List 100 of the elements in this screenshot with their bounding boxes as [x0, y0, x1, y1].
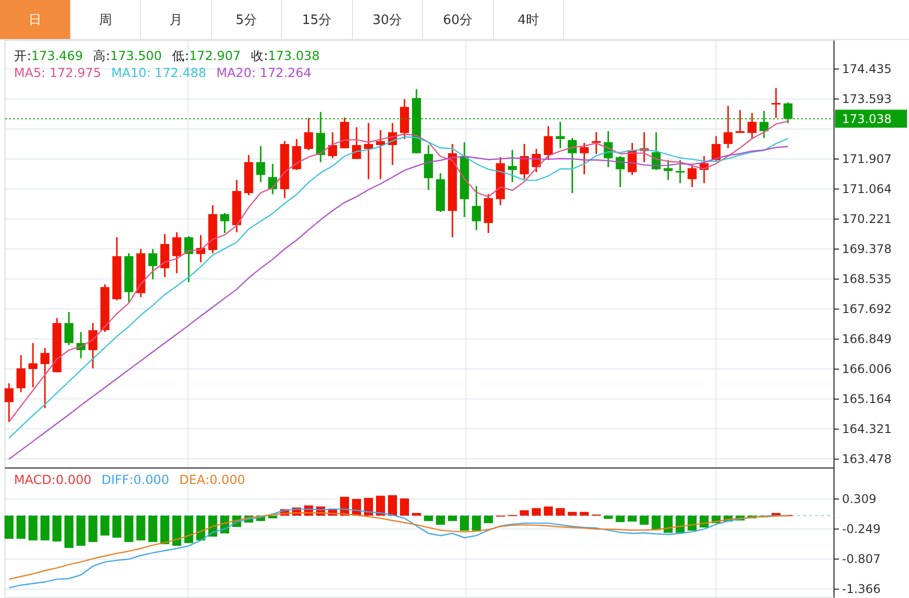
- macd-bar: [568, 512, 577, 516]
- candlestick: [760, 110, 769, 138]
- macd-bar: [148, 516, 158, 542]
- macd-bar: [136, 516, 146, 540]
- legend-label: 收: [250, 48, 264, 65]
- macd-bar: [616, 516, 625, 522]
- axis-label: 168.535: [842, 272, 892, 286]
- macd-bar: [580, 512, 589, 516]
- candlestick: [544, 126, 553, 160]
- candlestick: [556, 122, 565, 148]
- macd-bar: [100, 516, 110, 536]
- macd-bar: [52, 516, 62, 542]
- macd-bar: [4, 516, 14, 539]
- candlestick: [388, 122, 397, 165]
- candlestick: [736, 110, 745, 133]
- current-price-badge: 173.038: [835, 110, 907, 128]
- candlestick: [412, 89, 421, 154]
- macd-bar: [532, 508, 541, 516]
- legend-label: DEA: [179, 472, 206, 487]
- axis-label: 163.478: [842, 452, 892, 466]
- legend-separator: :: [27, 48, 32, 65]
- legend-value: :0.000: [205, 472, 246, 487]
- legend-label: MA5: [14, 65, 42, 80]
- macd-bar: [40, 516, 50, 540]
- candlestick: [76, 332, 86, 358]
- legend-value: : 172.975: [41, 65, 102, 80]
- candlestick: [220, 213, 230, 233]
- candlestick: [112, 237, 122, 300]
- candlestick: [748, 113, 757, 138]
- axis-label: 169.378: [842, 242, 892, 256]
- macd-bar: [412, 512, 421, 516]
- candlestick: [4, 383, 14, 422]
- macd-bar: [664, 516, 673, 533]
- candlestick: [340, 118, 350, 148]
- macd-bar: [76, 516, 86, 546]
- legend-value: 173.038: [268, 48, 320, 65]
- macd-bar: [196, 516, 206, 540]
- macd-bar: [652, 516, 661, 530]
- legend-label: MACD: [14, 472, 52, 487]
- macd-bar: [604, 516, 613, 519]
- candlestick: [784, 102, 792, 124]
- candlestick: [580, 142, 589, 174]
- candlestick: [364, 122, 374, 180]
- axis-label: 173.593: [842, 92, 892, 106]
- candlestick: [496, 157, 505, 206]
- macd-bar: [676, 516, 685, 533]
- macd-bar: [88, 516, 98, 542]
- macd-bar: [364, 498, 374, 516]
- candlestick: [640, 132, 649, 162]
- macd-bar: [688, 516, 697, 531]
- candlestick: [292, 139, 302, 170]
- candlestick: [700, 156, 709, 184]
- macd-bar: [256, 516, 266, 522]
- legend-label: 低: [172, 48, 185, 65]
- macd-bar: [172, 516, 182, 546]
- candlestick: [100, 284, 110, 332]
- macd-bar: [376, 496, 386, 516]
- axis-label: 171.064: [842, 182, 892, 196]
- candlestick: [124, 253, 134, 302]
- candlestick: [244, 155, 254, 196]
- candlestick: [232, 180, 242, 232]
- candlestick: [280, 141, 290, 198]
- legend-value: : 172.264: [252, 65, 312, 80]
- candlestick: [148, 249, 158, 280]
- axis-label: 0.309: [842, 492, 876, 506]
- candlestick: [652, 132, 661, 170]
- macd-bar: [736, 516, 745, 520]
- macd-bar: [700, 516, 709, 528]
- candlestick: [484, 194, 493, 233]
- candlestick: [664, 160, 673, 180]
- candlestick: [628, 142, 637, 175]
- candlestick: [316, 112, 326, 162]
- legend-separator: :: [184, 48, 190, 65]
- legend-label: 开: [14, 48, 27, 65]
- candlestick: [52, 318, 62, 372]
- macd-bar: [484, 516, 493, 524]
- macd-bar: [16, 516, 26, 539]
- candlestick: [532, 148, 541, 172]
- legend-value: 172.907: [189, 48, 241, 65]
- legend-separator: :: [264, 48, 268, 65]
- axis-label: 174.435: [842, 62, 892, 76]
- candlestick: [172, 232, 182, 274]
- candlestick: [64, 312, 74, 346]
- macd-bar: [160, 516, 170, 544]
- legend-label: 高: [92, 48, 106, 65]
- candlestick: [196, 235, 206, 262]
- candlestick: [28, 343, 38, 388]
- candlestick: [592, 132, 601, 154]
- axis-label: -1.366: [842, 582, 881, 596]
- macd-bar: [772, 512, 781, 516]
- candlestick: [772, 88, 781, 118]
- legend-label: DIFF: [101, 472, 130, 487]
- macd-bar: [544, 506, 553, 516]
- candlestick: [688, 164, 697, 188]
- macd-bar: [556, 508, 565, 516]
- macd-bar: [112, 516, 122, 538]
- macd-bar: [400, 498, 409, 516]
- macd-bar: [388, 495, 397, 516]
- legend-separator: :: [106, 48, 110, 65]
- legend-label: MA10: [111, 65, 146, 80]
